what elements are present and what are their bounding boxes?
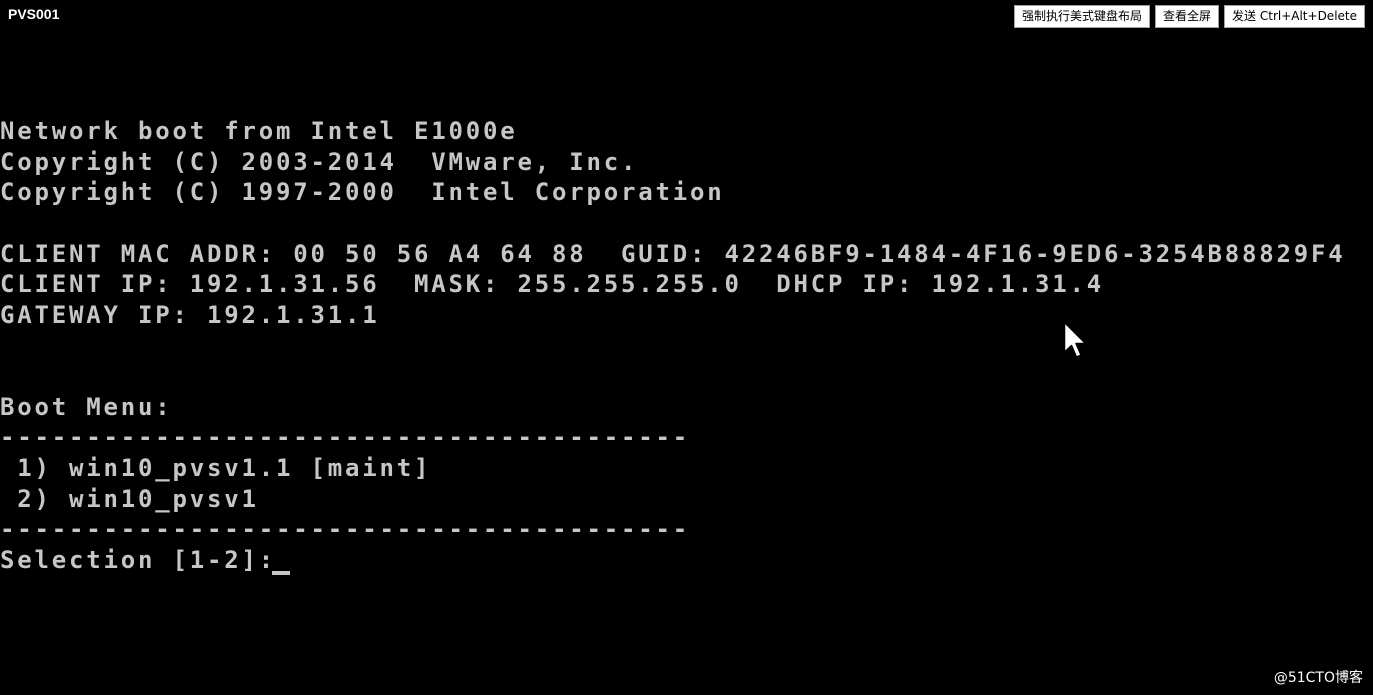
boot-menu-option-1: 1) win10_pvsv1.1 [maint] — [0, 454, 432, 482]
watermark: @51CTO博客 — [1273, 670, 1363, 686]
console-line-network-boot: Network boot from Intel E1000e — [0, 117, 518, 145]
console-line-client-ip: CLIENT IP: 192.1.31.56 MASK: 255.255.255… — [0, 270, 1104, 298]
console-line-copyright-vmware: Copyright (C) 2003-2014 VMware, Inc. — [0, 148, 639, 176]
force-us-keyboard-button[interactable]: 强制执行美式键盘布局 — [1014, 5, 1151, 28]
boot-menu-divider-top: ---------------------------------------- — [0, 423, 690, 451]
vm-console-screen[interactable]: Network boot from Intel E1000e Copyright… — [0, 0, 1373, 695]
console-toolbar: 强制执行美式键盘布局 查看全屏 发送 Ctrl+Alt+Delete — [1014, 5, 1365, 28]
console-line-copyright-intel: Copyright (C) 1997-2000 Intel Corporatio… — [0, 178, 725, 206]
send-ctrl-alt-delete-button[interactable]: 发送 Ctrl+Alt+Delete — [1224, 5, 1365, 28]
vm-title: PVS001 — [8, 6, 60, 22]
fullscreen-button[interactable]: 查看全屏 — [1155, 5, 1220, 28]
text-cursor — [272, 571, 290, 575]
boot-menu-divider-bottom: ---------------------------------------- — [0, 515, 690, 543]
mouse-pointer-icon — [1063, 321, 1087, 363]
console-line-mac-guid: CLIENT MAC ADDR: 00 50 56 A4 64 88 GUID:… — [0, 240, 1346, 268]
selection-prompt: Selection [1-2]: — [0, 546, 276, 574]
console-line-gateway-ip: GATEWAY IP: 192.1.31.1 — [0, 301, 380, 329]
boot-menu-option-2: 2) win10_pvsv1 — [0, 485, 259, 513]
boot-menu-heading: Boot Menu: — [0, 393, 173, 421]
